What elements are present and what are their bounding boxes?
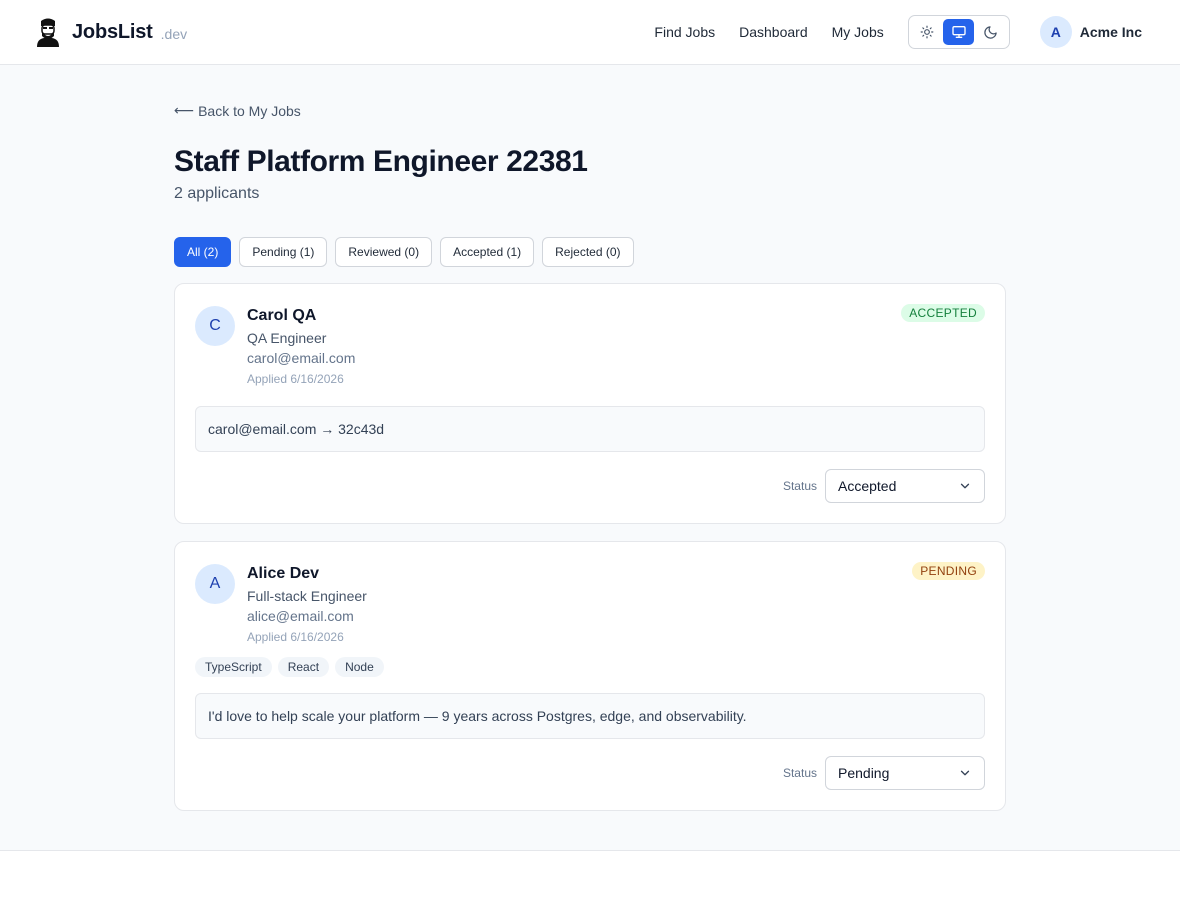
applicant-card: A Alice Dev Full-stack Engineer alice@em… — [174, 541, 1006, 811]
filter-pending[interactable]: Pending (1) — [239, 237, 328, 267]
skill-tag: React — [277, 657, 330, 677]
applicant-card: C Carol QA QA Engineer carol@email.com A… — [174, 283, 1006, 524]
status-select[interactable]: Accepted — [825, 469, 985, 503]
status-label: Status — [782, 766, 817, 780]
theme-light-button[interactable] — [912, 19, 943, 45]
nav-find-jobs[interactable]: Find Jobs — [654, 24, 715, 40]
top-header: JobsList .dev Find Jobs Dashboard My Job… — [0, 0, 1180, 65]
cover-note: carol@email.com → 32c43d — [195, 406, 985, 452]
theme-dark-button[interactable] — [974, 19, 1005, 45]
nav-my-jobs[interactable]: My Jobs — [832, 24, 884, 40]
applicant-role: QA Engineer — [247, 330, 327, 346]
chevron-down-icon — [960, 483, 970, 489]
status-select-value: Pending — [838, 765, 890, 781]
main-nav: Find Jobs Dashboard My Jobs A Acme Inc — [654, 15, 1142, 49]
status-label: Status — [782, 479, 817, 493]
nav-dashboard[interactable]: Dashboard — [739, 24, 808, 40]
status-badge: ACCEPTED — [901, 304, 985, 322]
applicant-count: 2 applicants — [174, 185, 260, 202]
skill-tag: Node — [335, 657, 384, 677]
applicant-name: Alice Dev — [247, 565, 320, 582]
account-name: Acme Inc — [1079, 24, 1142, 40]
account-menu[interactable]: A Acme Inc — [1039, 16, 1142, 48]
status-filter-tabs: All (2) Pending (1) Reviewed (0) Accepte… — [174, 237, 1006, 267]
filter-accepted[interactable]: Accepted (1) — [440, 237, 535, 267]
chevron-down-icon — [960, 770, 970, 776]
applicant-info: Carol QA QA Engineer carol@email.com App… — [247, 304, 355, 390]
theme-system-button[interactable] — [943, 19, 975, 45]
applicant-role: Full-stack Engineer — [247, 588, 367, 604]
monitor-icon — [952, 25, 966, 38]
status-select-value: Accepted — [838, 478, 897, 494]
bearded-man-logo-icon — [36, 17, 60, 47]
theme-toggle — [907, 15, 1010, 49]
brand-name: JobsList — [72, 20, 153, 43]
filter-rejected[interactable]: Rejected (0) — [542, 237, 634, 267]
main-content: ⟵ Back to My Jobs Staff Platform Enginee… — [0, 65, 1180, 851]
applicant-email: carol@email.com — [247, 350, 356, 366]
content-container: ⟵ Back to My Jobs Staff Platform Enginee… — [174, 65, 1006, 811]
status-control: Status Accepted — [195, 469, 985, 503]
applicant-header: C Carol QA QA Engineer carol@email.com A… — [195, 304, 985, 390]
back-link-label: Back to My Jobs — [198, 102, 301, 119]
status-badge: PENDING — [912, 562, 985, 580]
filter-reviewed[interactable]: Reviewed (0) — [335, 237, 433, 267]
applicant-avatar: A — [195, 564, 235, 604]
moon-icon — [983, 25, 997, 39]
applicant-email: alice@email.com — [247, 608, 354, 624]
skill-tag: TypeScript — [195, 657, 272, 677]
status-control: Status Pending — [195, 756, 985, 790]
brand-suffix: .dev — [160, 25, 188, 42]
account-avatar: A — [1039, 16, 1072, 48]
applied-date: Applied 6/16/2026 — [247, 630, 344, 644]
cover-note: I'd love to help scale your platform — 9… — [195, 693, 985, 739]
sun-icon — [920, 25, 934, 39]
applicant-header: A Alice Dev Full-stack Engineer alice@em… — [195, 562, 985, 648]
brand[interactable]: JobsList .dev — [36, 17, 187, 47]
page-title: Staff Platform Engineer 22381 — [174, 145, 588, 178]
skill-tags: TypeScript React Node — [195, 657, 985, 677]
applicant-info: Alice Dev Full-stack Engineer alice@emai… — [247, 562, 367, 648]
back-to-my-jobs-link[interactable]: ⟵ Back to My Jobs — [174, 102, 301, 119]
filter-all[interactable]: All (2) — [174, 237, 232, 267]
status-select[interactable]: Pending — [825, 756, 985, 790]
applicant-avatar: C — [195, 306, 235, 346]
arrow-left-icon: ⟵ — [174, 102, 195, 118]
applicant-name: Carol QA — [247, 307, 317, 324]
applied-date: Applied 6/16/2026 — [247, 372, 344, 386]
